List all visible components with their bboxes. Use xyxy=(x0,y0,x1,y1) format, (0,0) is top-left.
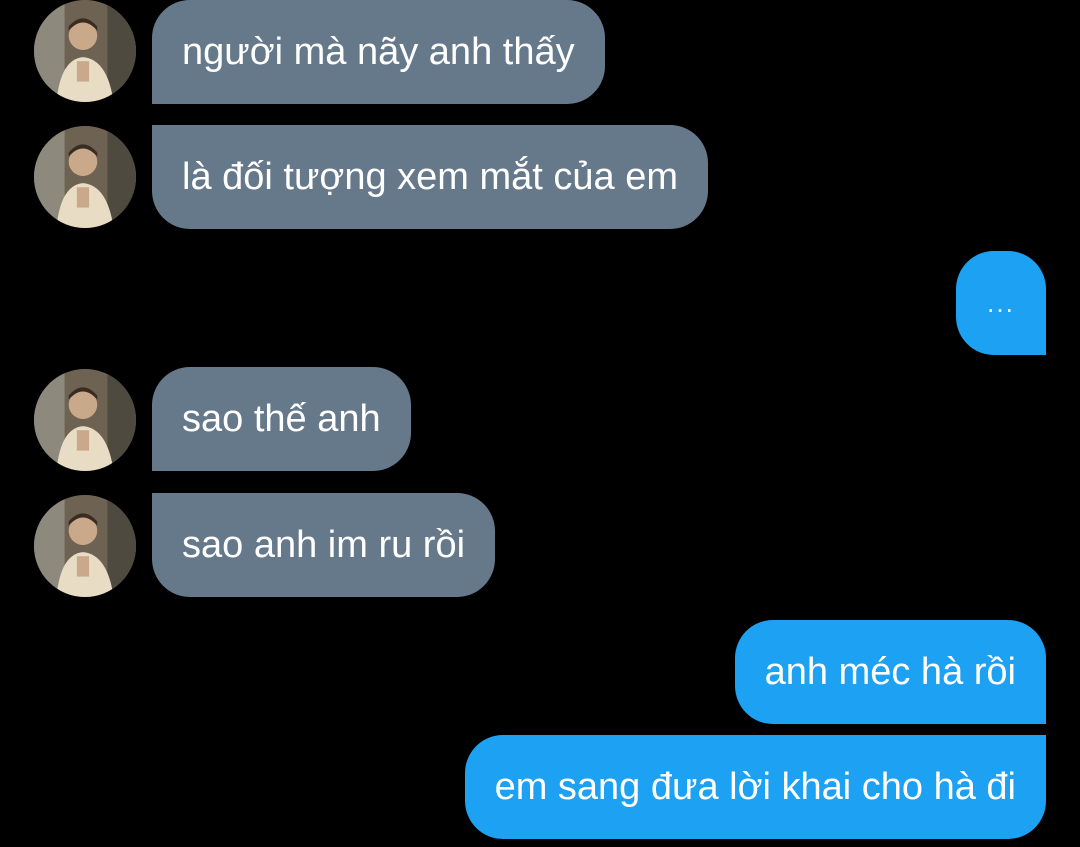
contact-avatar-image xyxy=(34,495,136,597)
message-incoming[interactable]: sao anh im ru rồi xyxy=(152,493,496,597)
message-incoming[interactable]: là đối tượng xem mắt của em xyxy=(152,125,709,229)
contact-avatar[interactable] xyxy=(34,369,136,471)
message-text: anh méc hà rồi xyxy=(764,650,1016,693)
contact-avatar-image xyxy=(34,369,136,471)
contact-avatar-image xyxy=(34,126,136,228)
message-incoming[interactable]: sao thế anh xyxy=(152,367,411,471)
contact-avatar[interactable] xyxy=(34,126,136,228)
message-text: sao thế anh xyxy=(182,397,381,440)
message-text: em sang đưa lời khai cho hà đi xyxy=(494,765,1016,808)
contact-avatar[interactable] xyxy=(34,495,136,597)
message-text: là đối tượng xem mắt của em xyxy=(182,155,679,198)
contact-avatar[interactable] xyxy=(34,0,136,102)
message-text: người mà nãy anh thấy xyxy=(182,30,575,73)
message-incoming[interactable]: người mà nãy anh thấy xyxy=(152,0,605,104)
message-outgoing[interactable]: em sang đưa lời khai cho hà đi xyxy=(464,735,1046,839)
contact-avatar-image xyxy=(34,0,136,102)
message-outgoing[interactable]: anh méc hà rồi xyxy=(734,620,1046,724)
message-outgoing[interactable]: ... xyxy=(956,251,1046,355)
message-text: ... xyxy=(987,287,1015,318)
message-text: sao anh im ru rồi xyxy=(182,523,466,566)
